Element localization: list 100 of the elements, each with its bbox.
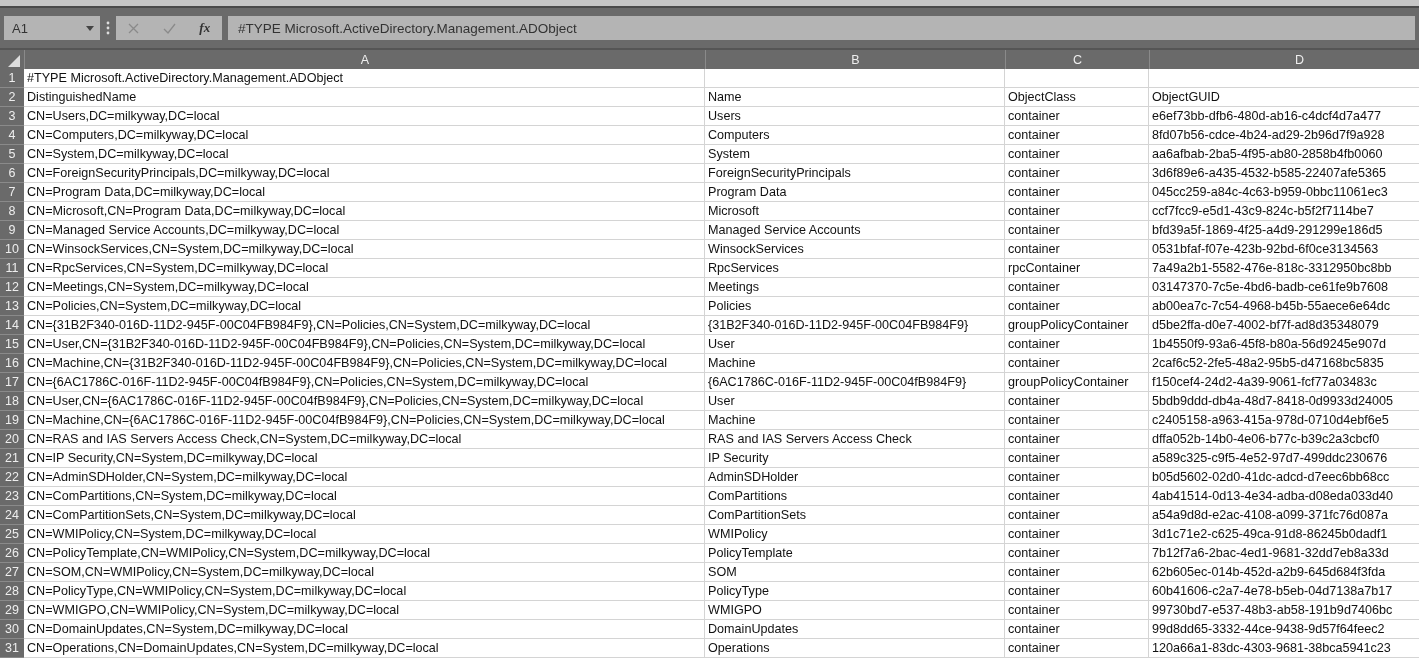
table-cell: 2caf6c52-2fe5-48a2-95b5-d47168bc5835 <box>1149 354 1419 373</box>
row-header[interactable]: 15 <box>0 335 24 354</box>
insert-function-button[interactable]: fx <box>199 20 211 36</box>
table-cell: container <box>1005 297 1149 316</box>
table-cell: 8fd07b56-cdce-4b24-ad29-2b96d7f9a928 <box>1149 126 1419 145</box>
table-cell: CN=PolicyType,CN=WMIPolicy,CN=System,DC=milkyway,DC=local <box>24 582 705 601</box>
table-cell: Policies <box>705 297 1005 316</box>
table-cell: IP Security <box>705 449 1005 468</box>
row-header[interactable]: 12 <box>0 278 24 297</box>
table-cell: container <box>1005 202 1149 221</box>
table-cell: ccf7fcc9-e5d1-43c9-824c-b5f2f7114be7 <box>1149 202 1419 221</box>
table-cell: Managed Service Accounts <box>705 221 1005 240</box>
row-header[interactable]: 16 <box>0 354 24 373</box>
row-header[interactable]: 28 <box>0 582 24 601</box>
row-header[interactable]: 14 <box>0 316 24 335</box>
row-header[interactable]: 21 <box>0 449 24 468</box>
table-cell: CN=System,DC=milkyway,DC=local <box>24 145 705 164</box>
row-header[interactable]: 26 <box>0 544 24 563</box>
row-header[interactable]: 22 <box>0 468 24 487</box>
table-cell: groupPolicyContainer <box>1005 373 1149 392</box>
caret-icon <box>86 25 94 31</box>
table-cell: CN={31B2F340-016D-11D2-945F-00C04FB984F9},CN=Policies,CN=System,DC=milkyway,DC=local <box>24 316 705 335</box>
table-cell: CN=PolicyTemplate,CN=WMIPolicy,CN=System,DC=milkyway,DC=local <box>24 544 705 563</box>
row-header[interactable]: 2 <box>0 88 24 107</box>
row-header[interactable]: 18 <box>0 392 24 411</box>
row-header[interactable]: 11 <box>0 259 24 278</box>
table-cell: ComPartitions <box>705 487 1005 506</box>
table-cell: Name <box>705 88 1005 107</box>
table-cell: RpcServices <box>705 259 1005 278</box>
table-cell: container <box>1005 468 1149 487</box>
row-header[interactable]: 31 <box>0 639 24 658</box>
table-cell: a589c325-c9f5-4e52-97d7-499ddc230676 <box>1149 449 1419 468</box>
row-header[interactable]: 4 <box>0 126 24 145</box>
row-header[interactable]: 19 <box>0 411 24 430</box>
row-header[interactable]: 1 <box>0 69 24 88</box>
row-header[interactable]: 20 <box>0 430 24 449</box>
formula-field[interactable]: #TYPE Microsoft.ActiveDirectory.Management.ADObject <box>228 16 1415 40</box>
table-cell: CN=Microsoft,CN=Program Data,DC=milkyway,DC=local <box>24 202 705 221</box>
table-cell: f150cef4-24d2-4a39-9061-fcf77a03483c <box>1149 373 1419 392</box>
table-cell: container <box>1005 487 1149 506</box>
table-cell: 60b41606-c2a7-4e78-b5eb-04d7138a7b17 <box>1149 582 1419 601</box>
table-cell: 4ab41514-0d13-4e34-adba-d08eda033d40 <box>1149 487 1419 506</box>
row-header[interactable]: 9 <box>0 221 24 240</box>
table-cell: CN=RpcServices,CN=System,DC=milkyway,DC=local <box>24 259 705 278</box>
table-cell: container <box>1005 411 1149 430</box>
table-cell: WMIPolicy <box>705 525 1005 544</box>
row-header[interactable]: 13 <box>0 297 24 316</box>
table-cell: 99730bd7-e537-48b3-ab58-191b9d7406bc <box>1149 601 1419 620</box>
table-cell: DomainUpdates <box>705 620 1005 639</box>
table-cell: 7a49a2b1-5582-476e-818c-3312950bc8bb <box>1149 259 1419 278</box>
row-header[interactable]: 3 <box>0 107 24 126</box>
row-header[interactable]: 10 <box>0 240 24 259</box>
table-cell: CN=IP Security,CN=System,DC=milkyway,DC=local <box>24 449 705 468</box>
more-icon[interactable] <box>106 21 110 35</box>
row-header[interactable]: 5 <box>0 145 24 164</box>
table-cell: 03147370-7c5e-4bd6-badb-ce61fe9b7608 <box>1149 278 1419 297</box>
table-cell: Machine <box>705 354 1005 373</box>
table-cell: CN=User,CN={6AC1786C-016F-11D2-945F-00C04fB984F9},CN=Policies,CN=System,DC=milkyway,DC=local <box>24 392 705 411</box>
table-cell: RAS and IAS Servers Access Check <box>705 430 1005 449</box>
check-icon[interactable] <box>162 22 176 34</box>
table-cell: bfd39a5f-1869-4f25-a4d9-291299e186d5 <box>1149 221 1419 240</box>
table-cell: 99d8dd65-3332-44ce-9438-9d57f64feec2 <box>1149 620 1419 639</box>
row-header[interactable]: 6 <box>0 164 24 183</box>
row-header[interactable]: 8 <box>0 202 24 221</box>
column-header[interactable]: C <box>1005 50 1149 69</box>
table-cell: DistinguishedName <box>24 88 705 107</box>
table-cell: {6AC1786C-016F-11D2-945F-00C04fB984F9} <box>705 373 1005 392</box>
table-cell: 045cc259-a84c-4c63-b959-0bbc11061ec3 <box>1149 183 1419 202</box>
table-cell: container <box>1005 354 1149 373</box>
row-header[interactable]: 24 <box>0 506 24 525</box>
table-cell: WinsockServices <box>705 240 1005 259</box>
row-header[interactable]: 29 <box>0 601 24 620</box>
table-cell: Computers <box>705 126 1005 145</box>
table-cell: CN=SOM,CN=WMIPolicy,CN=System,DC=milkyway,DC=local <box>24 563 705 582</box>
table-cell: 1b4550f9-93a6-45f8-b80a-56d9245e907d <box>1149 335 1419 354</box>
table-cell: ComPartitionSets <box>705 506 1005 525</box>
table-cell: CN=Users,DC=milkyway,DC=local <box>24 107 705 126</box>
table-cell: CN=DomainUpdates,CN=System,DC=milkyway,DC=local <box>24 620 705 639</box>
table-cell: container <box>1005 392 1149 411</box>
table-cell: groupPolicyContainer <box>1005 316 1149 335</box>
table-cell: 62b605ec-014b-452d-a2b9-645d684f3fda <box>1149 563 1419 582</box>
name-box[interactable]: A1 <box>4 16 100 40</box>
column-header[interactable]: B <box>705 50 1005 69</box>
row-header[interactable]: 30 <box>0 620 24 639</box>
table-cell: dffa052b-14b0-4e06-b77c-b39c2a3cbcf0 <box>1149 430 1419 449</box>
table-cell: SOM <box>705 563 1005 582</box>
table-cell: Operations <box>705 639 1005 658</box>
row-header[interactable]: 25 <box>0 525 24 544</box>
table-cell: 120a66a1-83dc-4303-9681-38bca5941c23 <box>1149 639 1419 658</box>
table-cell: 0531bfaf-f07e-423b-92bd-6f0ce3134563 <box>1149 240 1419 259</box>
table-cell: container <box>1005 544 1149 563</box>
column-header[interactable]: D <box>1149 50 1419 69</box>
row-header[interactable]: 7 <box>0 183 24 202</box>
row-header[interactable]: 27 <box>0 563 24 582</box>
row-header[interactable]: 23 <box>0 487 24 506</box>
table-cell: Users <box>705 107 1005 126</box>
column-header[interactable]: A <box>24 50 705 69</box>
table-cell: container <box>1005 278 1149 297</box>
row-header[interactable]: 17 <box>0 373 24 392</box>
table-cell: AdminSDHolder <box>705 468 1005 487</box>
